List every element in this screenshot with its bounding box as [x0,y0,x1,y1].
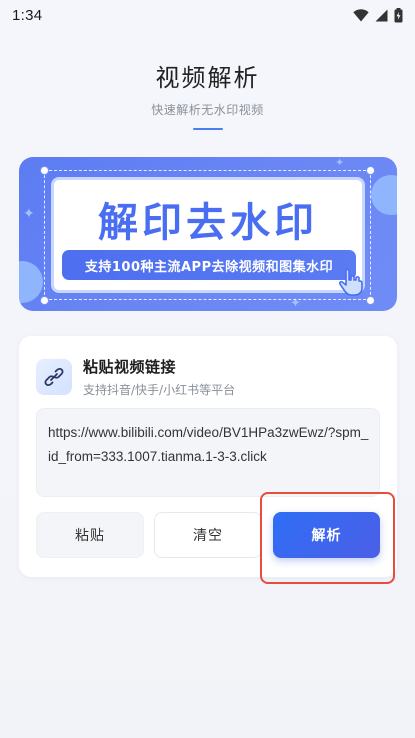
title-underline [192,128,223,130]
frame-handle [366,296,375,305]
signal-icon [375,9,388,22]
banner-panel: 解印去水印 支持100种主流APP去除视频和图集水印 [51,177,365,293]
page-header: 视频解析 快速解析无水印视频 [0,58,415,130]
card-subtitle: 支持抖音/快手/小红书等平台 [83,383,236,397]
banner-headline: 解印去水印 [98,200,318,246]
page-title: 视频解析 [155,64,260,92]
status-icons [353,7,403,23]
frame-handle [40,166,49,175]
status-time: 1:34 [12,6,43,24]
star-decoration-icon: ✦ [335,157,345,169]
card-header: 粘贴视频链接 支持抖音/快手/小红书等平台 [36,356,235,398]
status-bar: 1:34 [0,0,415,30]
banner-circle-decoration [371,175,397,215]
frame-handle [40,296,49,305]
clear-button[interactable]: 清空 [154,512,262,558]
paste-button[interactable]: 粘贴 [36,512,144,558]
link-input-card: 粘贴视频链接 支持抖音/快手/小红书等平台 https://www.bilibi… [19,336,397,577]
hand-pointer-icon [337,267,365,301]
star-decoration-icon: ✦ [23,206,35,222]
card-title: 粘贴视频链接 [83,358,177,376]
promo-banner: ✦ ✦ ✦ 解印去水印 支持100种主流APP去除视频和图集水印 [19,157,397,311]
parse-button[interactable]: 解析 [273,512,380,558]
wifi-icon [353,8,369,22]
battery-icon [394,7,403,23]
url-input-field[interactable]: https://www.bilibili.com/video/BV1HPa3zw… [36,408,380,497]
banner-tagline: 支持100种主流APP去除视频和图集水印 [62,250,356,280]
banner-circle-decoration [19,261,43,303]
frame-handle [366,166,375,175]
link-icon [36,359,72,395]
page-subtitle: 快速解析无水印视频 [151,103,264,117]
